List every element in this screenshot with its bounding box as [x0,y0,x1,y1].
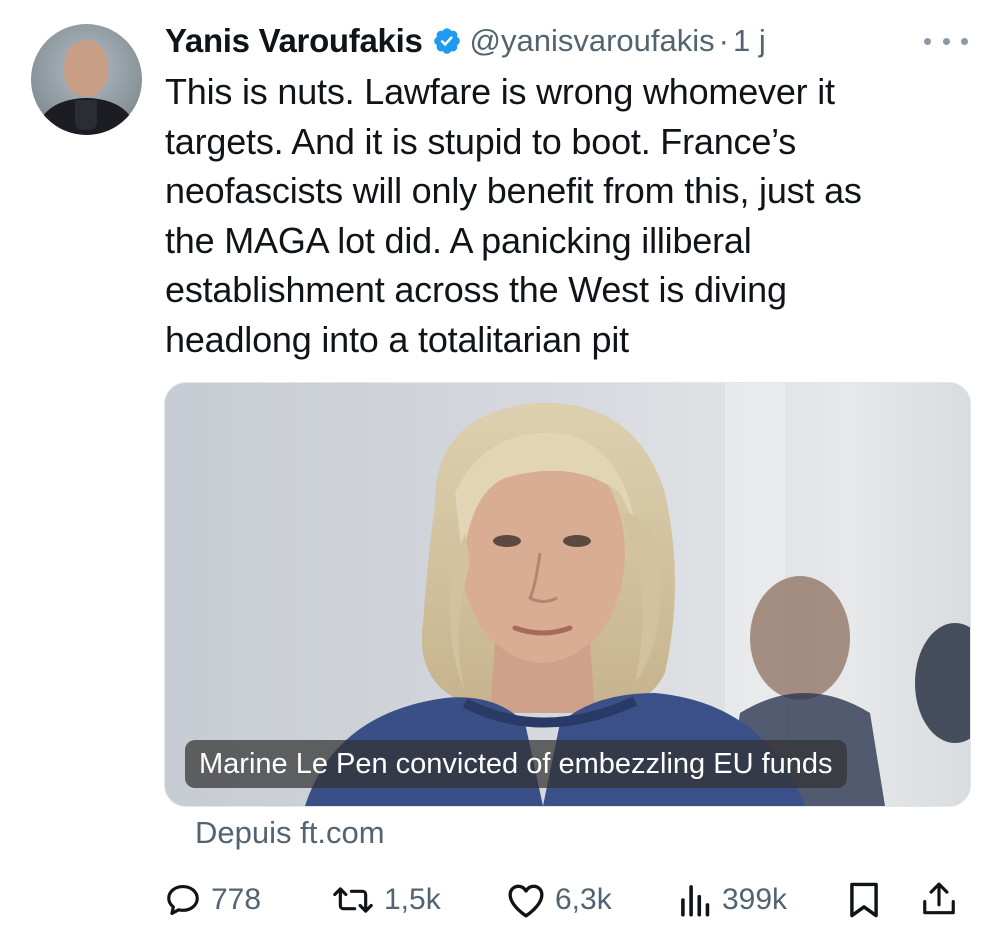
repost-arrows-icon [333,887,373,913]
share-upload-icon [923,882,955,915]
verified-badge-icon [433,28,460,54]
like-button[interactable]: 6,3k [506,870,612,930]
link-card[interactable]: Marine Le Pen convicted of embezzling EU… [164,382,971,807]
tweet-timestamp[interactable]: 1 j [733,23,766,59]
tweet-text-line: neofascists will only benefit from this,… [165,170,862,211]
card-caption: Marine Le Pen convicted of embezzling EU… [185,740,847,788]
reply-bubble-icon [167,884,199,916]
tweet-text-line: targets. And it is stupid to boot. Franc… [165,120,797,162]
author-handle[interactable]: @yanisvaroufakis [470,23,715,59]
avatar-face [64,40,108,96]
share-button[interactable] [921,870,957,930]
repost-count: 1,5k [384,883,441,916]
card-source[interactable]: Depuis ft.com [195,815,385,851]
heart-icon [508,884,544,918]
more-dots-icon[interactable] [924,26,968,56]
reply-button[interactable]: 778 [164,870,261,930]
tweet-text-line: the MAGA lot did. A panicking illiberal [165,219,752,261]
header-separator: · [718,23,729,58]
more-dot [961,37,968,45]
more-dot [924,37,931,45]
avatar-shirt [75,100,97,130]
views-count: 399k [722,883,788,916]
tweet-action-bar: 778 1,5k 6,3k 399k [0,870,1000,930]
bar-chart-icon [681,885,710,917]
more-dot [942,37,950,45]
tweet-text-line: This is nuts. Lawfare is wrong whomever … [165,71,835,112]
tweet-header: Yanis Varoufakis @yanisvaroufakis · 1 j [165,18,766,64]
reply-count: 778 [211,883,262,916]
bookmark-icon [850,882,878,918]
repost-button[interactable]: 1,5k [331,870,441,930]
tweet-text-line: establishment across the West is diving [165,269,787,310]
views-button[interactable]: 399k [679,870,787,930]
tweet-text: This is nuts. Lawfare is wrong whomever … [165,67,965,364]
like-count: 6,3k [555,883,612,916]
tweet-text-line: headlong into a totalitarian pit [165,318,629,360]
bookmark-button[interactable] [848,870,880,930]
author-avatar[interactable] [31,24,142,135]
author-name[interactable]: Yanis Varoufakis [165,22,423,60]
